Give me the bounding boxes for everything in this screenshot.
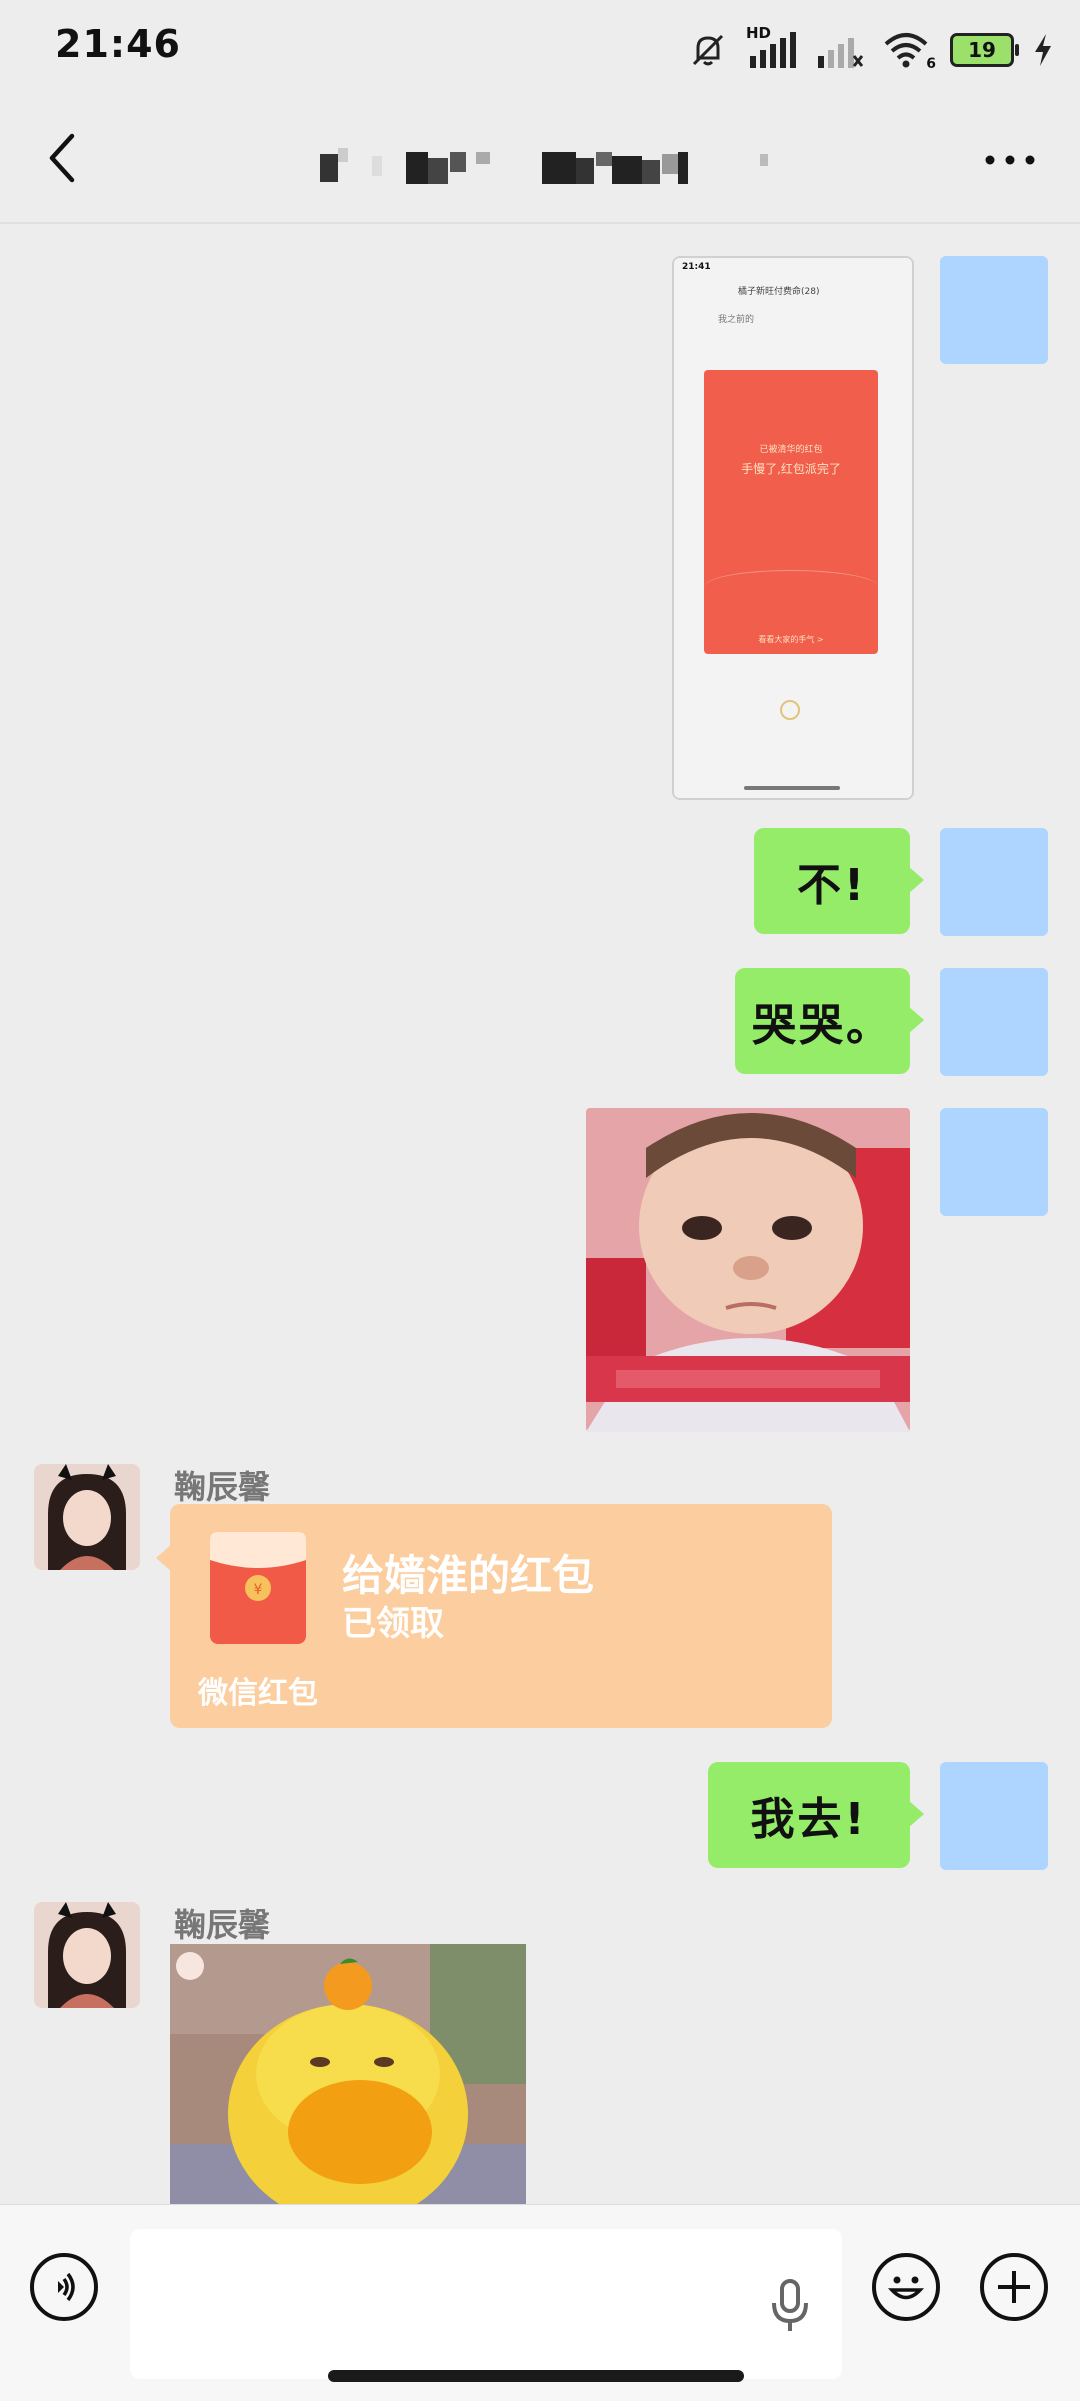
- red-packet-divider: [198, 1656, 804, 1657]
- red-packet-icon: ¥: [210, 1532, 306, 1644]
- avatar-self[interactable]: [940, 828, 1048, 936]
- avatar-girl-image: [34, 1902, 140, 2008]
- wifi-icon: 6: [882, 30, 936, 72]
- message-text: 不!: [796, 860, 868, 911]
- mini-time: 21:41: [682, 262, 711, 272]
- more-dots-icon: [985, 155, 1035, 165]
- red-packet-tail: [156, 1544, 172, 1572]
- voice-toggle-icon: [58, 2272, 75, 2302]
- plus-button[interactable]: [980, 2253, 1048, 2321]
- avatar-self[interactable]: [940, 1762, 1048, 1870]
- mini-close-icon: [780, 700, 800, 720]
- message-bubble-me[interactable]: 我去!: [708, 1762, 924, 1868]
- message-sticker-duck[interactable]: [170, 1944, 526, 2204]
- signal-weak-icon: [818, 38, 864, 68]
- svg-text:¥: ¥: [254, 1582, 263, 1598]
- mini-chat-line: 我之前的: [718, 315, 755, 325]
- status-time: 21:46: [55, 22, 181, 66]
- microphone-icon: [772, 2279, 808, 2331]
- avatar-self[interactable]: [940, 1108, 1048, 1216]
- mini-packet-from: 已被清华的红包: [759, 445, 823, 455]
- nav-divider: [0, 222, 1080, 224]
- red-packet-title: 给嫱淮的红包: [342, 1551, 595, 1600]
- more-button[interactable]: [980, 138, 1040, 178]
- message-text: 哭哭。: [752, 1000, 893, 1051]
- mini-title: 橘子新旺付费命(28): [738, 287, 820, 297]
- message-text: 我去!: [750, 1794, 868, 1845]
- plus-icon: [998, 2271, 1030, 2303]
- message-bubble-me[interactable]: 哭哭。: [735, 968, 924, 1074]
- mini-red-packet: 已被清华的红包 手慢了,红包派完了 看看大家的手气 >: [704, 370, 878, 654]
- battery-level: 19: [968, 38, 996, 62]
- message-sticker-baby[interactable]: [586, 1108, 910, 1432]
- home-indicator[interactable]: [328, 2370, 744, 2382]
- chat-title-obscured: [320, 148, 770, 188]
- emoji-icon: [887, 2276, 925, 2300]
- avatar-other[interactable]: [34, 1464, 140, 1570]
- red-packet-card[interactable]: ¥ 给嫱淮的红包 已领取 微信红包: [156, 1504, 832, 1728]
- charging-icon: [1035, 34, 1051, 66]
- red-packet-footer: 微信红包: [198, 1676, 318, 1711]
- avatar-girl-image: [34, 1464, 140, 1570]
- duck-sticker-image: [170, 1944, 526, 2204]
- mini-packet-text: 手慢了,红包派完了: [741, 462, 841, 476]
- message-screenshot-image[interactable]: 21:41 橘子新旺付费命(28) 我之前的 已被清华的红包 手慢了,红包派完了…: [672, 256, 914, 800]
- wifi-label: 6: [926, 56, 936, 72]
- voice-toggle-button[interactable]: [30, 2253, 98, 2321]
- chevron-left-icon: [49, 133, 75, 183]
- avatar-other[interactable]: [34, 1902, 140, 2008]
- mute-bell-icon: [692, 34, 724, 66]
- avatar-self[interactable]: [940, 968, 1048, 1076]
- back-button[interactable]: [38, 122, 88, 192]
- emoji-button[interactable]: [872, 2253, 940, 2321]
- status-icons: HD 6 19: [688, 24, 1054, 75]
- message-input[interactable]: [130, 2229, 842, 2379]
- sender-name: 鞠辰馨: [174, 1906, 271, 1944]
- red-packet-status: 已领取: [342, 1604, 444, 1644]
- message-bubble-me[interactable]: 不!: [754, 828, 924, 934]
- battery-icon: 19: [950, 33, 1019, 67]
- avatar-self[interactable]: [940, 256, 1048, 364]
- baby-face-image: [586, 1108, 910, 1432]
- sender-name: 鞠辰馨: [174, 1468, 271, 1506]
- mic-button[interactable]: [760, 2273, 820, 2337]
- signal-hd-icon: HD: [746, 24, 798, 70]
- mini-packet-link: 看看大家的手气 >: [758, 635, 824, 644]
